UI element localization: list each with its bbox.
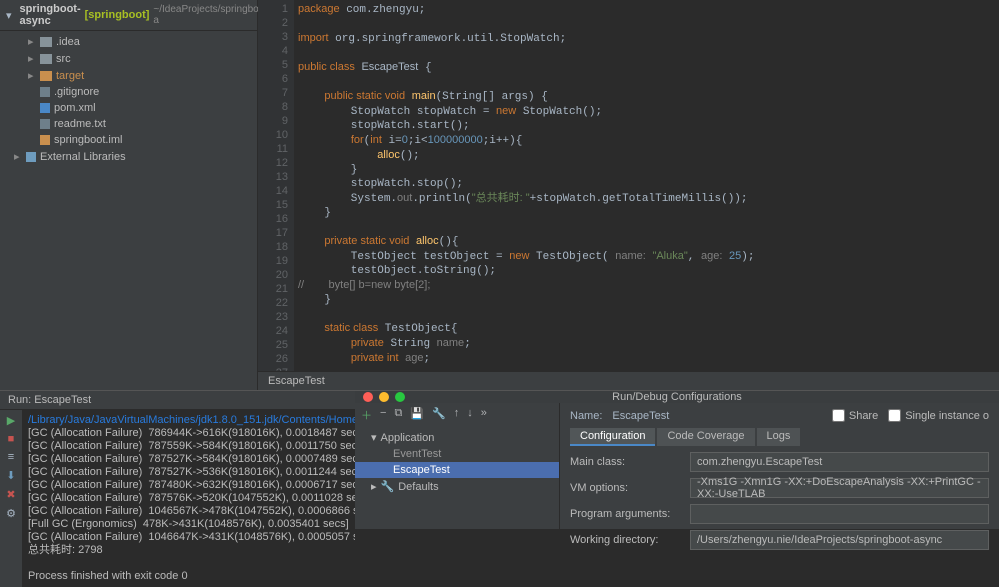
settings-icon[interactable]: ⚙ [6,507,16,520]
working-dir-label: Working directory: [570,534,680,546]
save-icon[interactable]: 💾 [410,407,424,423]
share-checkbox[interactable]: Share [832,409,878,422]
rerun-icon[interactable]: ▶ [7,414,15,427]
tree-item-readme[interactable]: readme.txt [0,116,257,132]
config-tree-panel: ＋ − ⧉ 💾 🔧 ↑ ↓ » ▾Application EventTest E… [355,403,560,556]
folder-icon [40,71,52,81]
project-tree: ▸.idea ▸src ▸target .gitignore pom.xml r… [0,31,257,167]
name-label: Name: [570,410,602,422]
wrench-icon[interactable]: 🔧 [432,407,446,423]
copy-icon[interactable]: ⧉ [394,407,402,423]
file-icon [40,87,50,97]
file-icon [40,135,50,145]
folder-icon [40,37,52,47]
tree-item-target[interactable]: ▸target [0,67,257,84]
tree-item-iml[interactable]: springboot.iml [0,132,257,148]
tree-item-idea[interactable]: ▸.idea [0,33,257,50]
config-node-eventtest[interactable]: EventTest [355,446,559,462]
project-name: springboot-async [20,3,81,27]
vm-options-label: VM options: [570,482,680,494]
project-header[interactable]: ▾ springboot-async [springboot] ~/IdeaPr… [0,0,257,31]
file-icon [40,119,50,129]
run-tab[interactable]: Run: EscapeTest [0,391,355,410]
console-output[interactable]: /Library/Java/JavaVirtualMachines/jdk1.8… [22,410,355,587]
minimize-icon[interactable] [379,392,389,402]
folder-icon [40,54,52,64]
dialog-title: Run/Debug Configurations [612,391,742,403]
maximize-icon[interactable] [395,392,405,402]
expand-icon: ▾ [6,9,12,22]
run-toolbar: ▶ ■ ≡ ⬇ ✖ ⚙ [0,410,22,587]
up-icon[interactable]: ↑ [454,407,460,423]
remove-icon[interactable]: − [380,407,386,423]
tree-item-gitignore[interactable]: .gitignore [0,84,257,100]
code-content[interactable]: package com.zhengyu; import org.springfr… [294,0,999,371]
line-gutter: 1234567891011121314151617181920212223242… [258,0,294,371]
config-form: Name: EscapeTest Share Single instance o… [560,403,999,556]
main-class-input[interactable]: com.zhengyu.EscapeTest [690,452,989,472]
run-panel: Run: EscapeTest ▶ ■ ≡ ⬇ ✖ ⚙ /Library/Jav… [0,391,355,529]
tree-item-pom[interactable]: pom.xml [0,100,257,116]
program-args-label: Program arguments: [570,508,680,520]
expand-icon[interactable]: » [481,407,487,423]
down-icon[interactable]: ↓ [467,407,473,423]
name-input[interactable]: EscapeTest [612,410,821,422]
tab-logs[interactable]: Logs [757,428,801,446]
module-name: [springboot] [85,9,150,21]
working-dir-input[interactable]: /Users/zhengyu.nie/IdeaProjects/springbo… [690,530,989,550]
close-icon[interactable] [363,392,373,402]
project-sidebar: ▾ springboot-async [springboot] ~/IdeaPr… [0,0,258,390]
add-icon[interactable]: ＋ [361,407,372,423]
single-instance-checkbox[interactable]: Single instance o [888,409,989,422]
run-config-dialog: Run/Debug Configurations ＋ − ⧉ 💾 🔧 ↑ ↓ »… [355,390,999,529]
tab-configuration[interactable]: Configuration [570,428,655,446]
stop-icon[interactable]: ■ [8,433,15,445]
delete-icon[interactable]: ✖ [6,488,15,501]
tree-item-src[interactable]: ▸src [0,50,257,67]
config-node-application[interactable]: ▾Application [355,429,559,446]
project-path: ~/IdeaProjects/springboot-a [153,4,270,26]
export-icon[interactable]: ⬇ [6,469,15,482]
tab-code-coverage[interactable]: Code Coverage [657,428,754,446]
vm-options-input[interactable]: -Xms1G -Xmn1G -XX:+DoEscapeAnalysis -XX:… [690,478,989,498]
library-icon [26,152,36,162]
layout-icon[interactable]: ≡ [8,451,14,463]
config-toolbar: ＋ − ⧉ 💾 🔧 ↑ ↓ » [355,403,559,427]
breadcrumb[interactable]: EscapeTest [258,371,999,390]
config-tabs: Configuration Code Coverage Logs [570,428,989,446]
file-icon [40,103,50,113]
config-node-escapetest[interactable]: EscapeTest [355,462,559,478]
program-args-input[interactable] [690,504,989,524]
tree-item-external[interactable]: ▸External Libraries [0,148,257,165]
main-class-label: Main class: [570,456,680,468]
config-node-defaults[interactable]: ▸🔧Defaults [355,478,559,495]
dialog-titlebar[interactable]: Run/Debug Configurations [355,391,999,403]
code-editor: 1234567891011121314151617181920212223242… [258,0,999,390]
